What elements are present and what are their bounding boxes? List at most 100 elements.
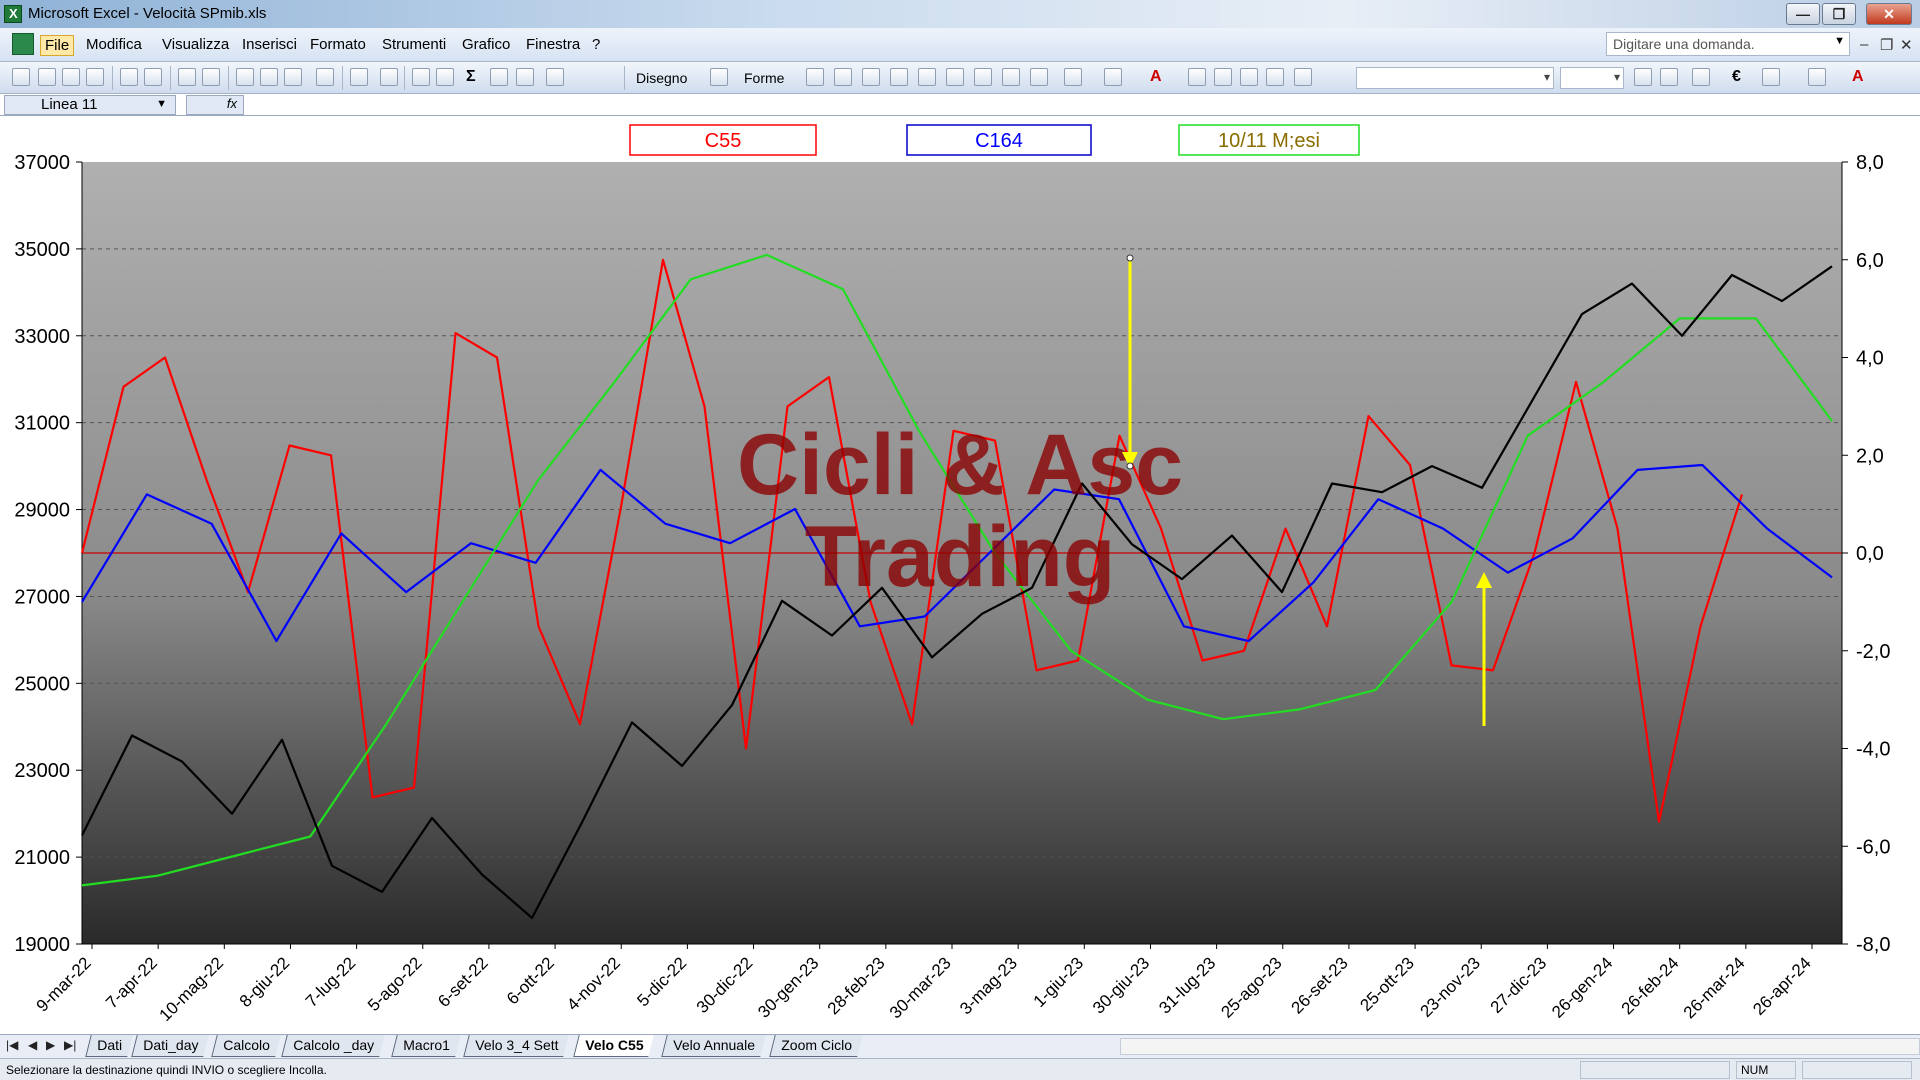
name-box[interactable]: Linea 11 ▼ xyxy=(4,95,176,115)
picture-icon[interactable] xyxy=(1030,68,1048,86)
cell-fill-icon[interactable] xyxy=(1808,68,1826,86)
x-tick-label: 25-ago-23 xyxy=(1217,953,1285,1021)
open-icon[interactable] xyxy=(38,68,56,86)
font-size-combo[interactable] xyxy=(1560,67,1624,89)
menu-grafico[interactable]: Grafico xyxy=(458,35,514,54)
select-objects-icon[interactable] xyxy=(710,68,728,86)
first-sheet-icon[interactable]: |◀ xyxy=(6,1038,18,1052)
help-icon[interactable] xyxy=(546,68,564,86)
new-icon[interactable] xyxy=(12,68,30,86)
workbook-icon[interactable] xyxy=(12,33,34,55)
arrow-handle[interactable] xyxy=(1126,254,1134,262)
menu-visualizza[interactable]: Visualizza xyxy=(158,35,233,54)
dash-style-icon[interactable] xyxy=(1214,68,1232,86)
minimize-button[interactable]: — xyxy=(1786,3,1820,25)
arrow-handle[interactable] xyxy=(1126,462,1134,470)
permission-icon[interactable] xyxy=(86,68,104,86)
textbox-tool-icon[interactable] xyxy=(918,68,936,86)
horizontal-scrollbar[interactable] xyxy=(1120,1038,1920,1055)
tab-calcolo-day[interactable]: Calcolo _day xyxy=(281,1035,385,1057)
chevron-down-icon[interactable]: ▼ xyxy=(1834,35,1845,47)
save-icon[interactable] xyxy=(62,68,80,86)
tab-velo-3-4-sett[interactable]: Velo 3_4 Sett xyxy=(463,1035,570,1057)
spelling-icon[interactable] xyxy=(178,68,196,86)
tab-label: Zoom Ciclo xyxy=(781,1037,853,1053)
legend[interactable]: C55 C164 10/11 M;esi xyxy=(629,124,1360,156)
left-tick-label: 29000 xyxy=(14,500,70,522)
italic-icon[interactable] xyxy=(1660,68,1678,86)
line-tool-icon[interactable] xyxy=(806,68,824,86)
print-icon[interactable] xyxy=(120,68,138,86)
menu-strumenti[interactable]: Strumenti xyxy=(378,35,450,54)
next-sheet-icon[interactable]: ▶ xyxy=(46,1038,55,1052)
tab-calcolo[interactable]: Calcolo xyxy=(211,1035,281,1057)
tab-zoom-ciclo[interactable]: Zoom Ciclo xyxy=(769,1035,863,1057)
copy-icon[interactable] xyxy=(260,68,278,86)
line-color-icon[interactable] xyxy=(1104,68,1122,86)
wordart-icon[interactable] xyxy=(946,68,964,86)
autosum-icon[interactable]: Σ xyxy=(466,68,476,86)
align-icon[interactable] xyxy=(1692,68,1710,86)
left-axis: 37000 35000 33000 31000 29000 27000 25000 23000… xyxy=(14,152,83,956)
clipart-icon[interactable] xyxy=(1002,68,1020,86)
last-sheet-icon[interactable]: ▶| xyxy=(64,1038,76,1052)
globe-icon[interactable] xyxy=(436,68,454,86)
cut-icon[interactable] xyxy=(236,68,254,86)
insert-function-button[interactable]: fx xyxy=(186,95,244,115)
format-painter-icon[interactable] xyxy=(316,68,334,86)
x-axis: 9-mar-22 7-apr-2210-mag-22 8-giu-22 7-lug-2… xyxy=(33,943,1842,1025)
tab-dati[interactable]: Dati xyxy=(85,1035,133,1057)
tab-macro1[interactable]: Macro1 xyxy=(391,1035,461,1057)
shadow-icon[interactable] xyxy=(1266,68,1284,86)
currency-icon[interactable]: € xyxy=(1732,68,1741,86)
cell-font-color-icon[interactable]: A xyxy=(1852,68,1864,86)
menu-finestra[interactable]: Finestra xyxy=(522,35,584,54)
3d-style-icon[interactable] xyxy=(1294,68,1312,86)
legend-months: 10/11 M;esi xyxy=(1218,130,1320,152)
close-button[interactable]: ✕ xyxy=(1866,3,1912,25)
paste-icon[interactable] xyxy=(284,68,302,86)
redo-icon[interactable] xyxy=(380,68,398,86)
diagram-icon[interactable] xyxy=(974,68,992,86)
chart-svg[interactable]: 37000 35000 33000 31000 29000 27000 25000 23000… xyxy=(0,116,1920,1034)
x-tick-label: 7-lug-22 xyxy=(302,953,360,1011)
borders-icon[interactable] xyxy=(1762,68,1780,86)
tab-label: Velo C55 xyxy=(585,1037,644,1053)
autoshapes-menu-button[interactable]: Forme xyxy=(744,70,784,86)
menu-help[interactable]: ? xyxy=(588,35,604,54)
draw-menu-button[interactable]: Disegno xyxy=(636,70,687,86)
line-style-icon[interactable] xyxy=(1188,68,1206,86)
doc-minimize-button[interactable]: – xyxy=(1860,36,1868,53)
chart-sheet[interactable]: 37000 35000 33000 31000 29000 27000 25000 23000… xyxy=(0,116,1920,1034)
ask-question-input[interactable]: Digitare una domanda. ▼ xyxy=(1606,32,1850,56)
arrow-style-icon[interactable] xyxy=(1240,68,1258,86)
restore-button[interactable]: ❐ xyxy=(1822,3,1856,25)
fill-color-icon[interactable] xyxy=(1064,68,1082,86)
bold-icon[interactable] xyxy=(1634,68,1652,86)
menu-file[interactable]: File xyxy=(40,35,75,56)
chevron-down-icon[interactable]: ▼ xyxy=(156,98,167,110)
sort-icon[interactable] xyxy=(490,68,508,86)
doc-close-button[interactable]: ✕ xyxy=(1900,36,1913,54)
doc-restore-button[interactable]: ❐ xyxy=(1880,36,1893,54)
menu-modifica[interactable]: Modifica xyxy=(82,35,146,54)
prev-sheet-icon[interactable]: ◀ xyxy=(28,1038,37,1052)
tab-dati-day[interactable]: Dati_day xyxy=(131,1035,210,1057)
chart-wizard-icon[interactable] xyxy=(516,68,534,86)
font-color-icon[interactable]: A xyxy=(1150,68,1162,86)
tab-velo-annuale[interactable]: Velo Annuale xyxy=(661,1035,766,1057)
left-tick-label: 21000 xyxy=(14,847,70,869)
undo-icon[interactable] xyxy=(350,68,368,86)
menu-formato[interactable]: Formato xyxy=(306,35,370,54)
tab-velo-c55[interactable]: Velo C55 xyxy=(573,1035,655,1057)
research-icon[interactable] xyxy=(202,68,220,86)
rectangle-tool-icon[interactable] xyxy=(862,68,880,86)
oval-tool-icon[interactable] xyxy=(890,68,908,86)
formula-bar: Linea 11 ▼ fx xyxy=(0,94,1920,116)
print-preview-icon[interactable] xyxy=(144,68,162,86)
hyperlink-icon[interactable] xyxy=(412,68,430,86)
excel-app-icon[interactable] xyxy=(4,5,22,23)
font-name-combo[interactable] xyxy=(1356,67,1554,89)
arrow-tool-icon[interactable] xyxy=(834,68,852,86)
menu-inserisci[interactable]: Inserisci xyxy=(238,35,301,54)
